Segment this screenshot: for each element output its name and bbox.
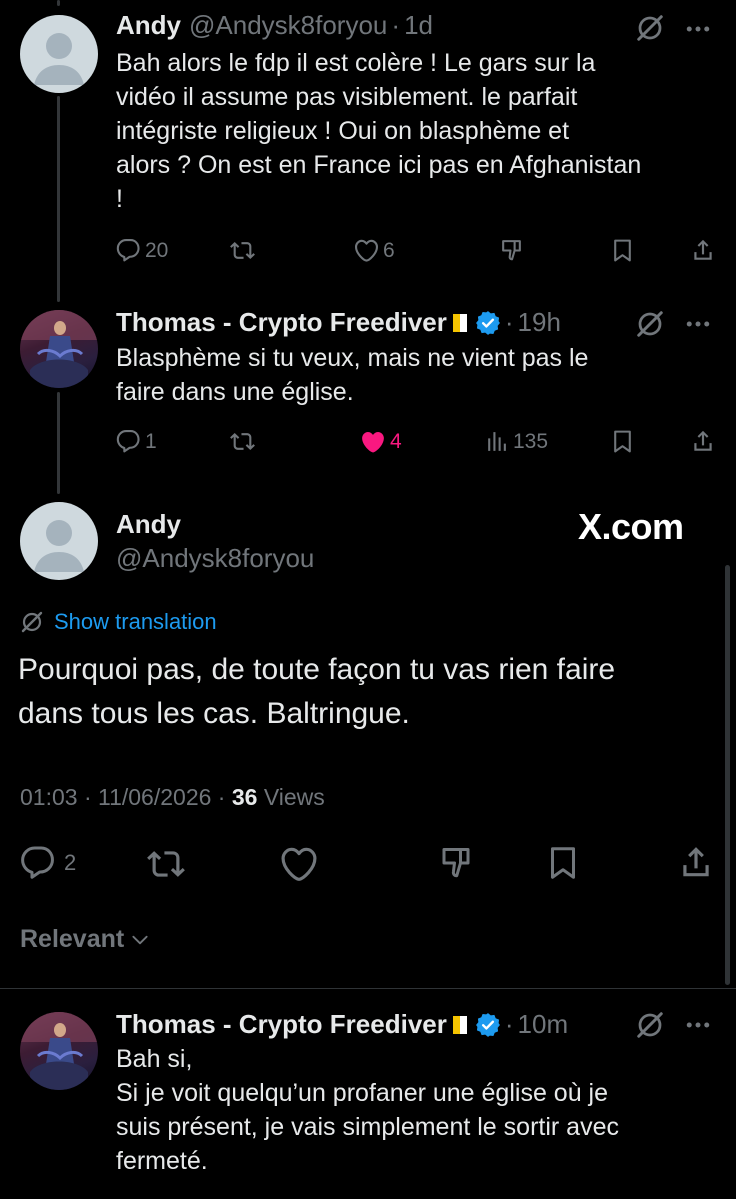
tweet-text: Bah alors le fdp il est colère ! Le gars…: [116, 49, 642, 213]
grok-icon[interactable]: [635, 1010, 665, 1040]
tweet-time[interactable]: 19h: [518, 307, 561, 338]
chevron-down-icon: [130, 930, 150, 950]
dislike-button[interactable]: [438, 845, 474, 881]
like-button[interactable]: 6: [354, 238, 395, 263]
grok-icon[interactable]: [635, 13, 665, 43]
like-icon: [360, 429, 386, 455]
bookmark-button[interactable]: [610, 429, 635, 454]
thread-line-top: [57, 0, 60, 6]
reply-button[interactable]: 2: [20, 845, 76, 881]
avatar[interactable]: [20, 310, 98, 388]
share-icon: [677, 843, 715, 881]
tweet-header: Thomas - Crypto Freediver · 10m: [116, 1009, 568, 1040]
verified-badge-icon: [475, 1012, 501, 1038]
dislike-icon: [438, 845, 474, 881]
like-button[interactable]: 4: [360, 429, 402, 455]
flag-icon: [452, 313, 467, 332]
author-handle[interactable]: @Andysk8foryou: [189, 10, 387, 41]
retweet-icon: [230, 238, 255, 263]
tweet-text: Pourquoi pas, de toute façon tu vas rien…: [18, 653, 616, 730]
author-name[interactable]: Thomas - Crypto Freediver: [116, 1009, 447, 1040]
translate-icon: [20, 610, 44, 634]
author-name[interactable]: Thomas - Crypto Freediver: [116, 307, 447, 338]
views-count[interactable]: 36: [232, 784, 258, 810]
bookmark-icon: [610, 238, 635, 263]
retweet-button[interactable]: [230, 238, 255, 263]
dislike-icon: [499, 238, 524, 263]
tweet-text: Blasphème si tu veux, mais ne vient pas …: [116, 344, 589, 406]
bookmark-button[interactable]: [610, 238, 635, 263]
share-button[interactable]: [677, 843, 715, 881]
author-name[interactable]: Andy: [116, 509, 181, 540]
avatar[interactable]: [20, 1012, 98, 1090]
share-button[interactable]: [690, 428, 716, 454]
retweet-icon: [230, 429, 255, 454]
retweet-button[interactable]: [147, 845, 185, 883]
like-icon: [280, 845, 318, 883]
scrollbar[interactable]: [725, 565, 730, 985]
share-icon: [690, 428, 716, 454]
divider: [0, 988, 736, 989]
bookmark-button[interactable]: [545, 845, 581, 881]
reply-icon: [116, 238, 141, 263]
default-avatar-icon: [34, 33, 84, 85]
more-icon[interactable]: [683, 14, 713, 44]
like-button[interactable]: [280, 845, 318, 883]
verified-badge-icon: [475, 310, 501, 336]
flag-icon: [452, 1015, 467, 1034]
separator-dot: ·: [504, 307, 514, 337]
tweet-header: Thomas - Crypto Freediver · 19h: [116, 307, 561, 338]
share-button[interactable]: [690, 237, 716, 263]
bookmark-icon: [545, 845, 581, 881]
retweet-button[interactable]: [230, 429, 255, 454]
avatar[interactable]: [20, 502, 98, 580]
views-icon: [484, 429, 509, 454]
separator-dot: ·: [504, 1009, 514, 1039]
author-name[interactable]: Andy: [116, 10, 181, 41]
profile-photo: [20, 310, 98, 388]
tweet-meta: 01:03 · 11/06/2026 · 36 Views: [20, 784, 325, 811]
separator-dot: ·: [391, 10, 401, 40]
watermark-xcom: X.com: [578, 506, 684, 547]
views-button[interactable]: 135: [484, 429, 548, 454]
dislike-button[interactable]: [499, 238, 524, 263]
reply-button[interactable]: 1: [116, 429, 157, 454]
retweet-icon: [147, 845, 185, 883]
more-icon[interactable]: [683, 309, 713, 339]
profile-photo: [20, 1012, 98, 1090]
tweet-time[interactable]: 1d: [404, 10, 433, 41]
thread-line-1: [57, 96, 60, 302]
tweet-header: Andy @Andysk8foryou · 1d: [116, 10, 433, 41]
like-icon: [354, 238, 379, 263]
tweet-timestamp[interactable]: 01:03 · 11/06/2026 ·: [20, 784, 232, 810]
tweet-time[interactable]: 10m: [518, 1009, 569, 1040]
thread-line-2: [57, 392, 60, 494]
author-handle[interactable]: @Andysk8foryou: [116, 543, 314, 574]
reply-icon: [116, 429, 141, 454]
share-icon: [690, 237, 716, 263]
reply-button[interactable]: 20: [116, 238, 168, 263]
sort-label: Relevant: [20, 925, 125, 953]
default-avatar-icon: [34, 520, 84, 572]
tweet-text: Bah si, Si je voit quelqu’un profaner un…: [116, 1045, 619, 1175]
show-translation-link[interactable]: Show translation: [20, 609, 217, 635]
grok-icon[interactable]: [635, 309, 665, 339]
more-icon[interactable]: [683, 1010, 713, 1040]
views-label: Views: [257, 784, 325, 810]
avatar[interactable]: [20, 15, 98, 93]
reply-icon: [20, 845, 56, 881]
bookmark-icon: [610, 429, 635, 454]
sort-dropdown[interactable]: Relevant: [20, 925, 150, 954]
